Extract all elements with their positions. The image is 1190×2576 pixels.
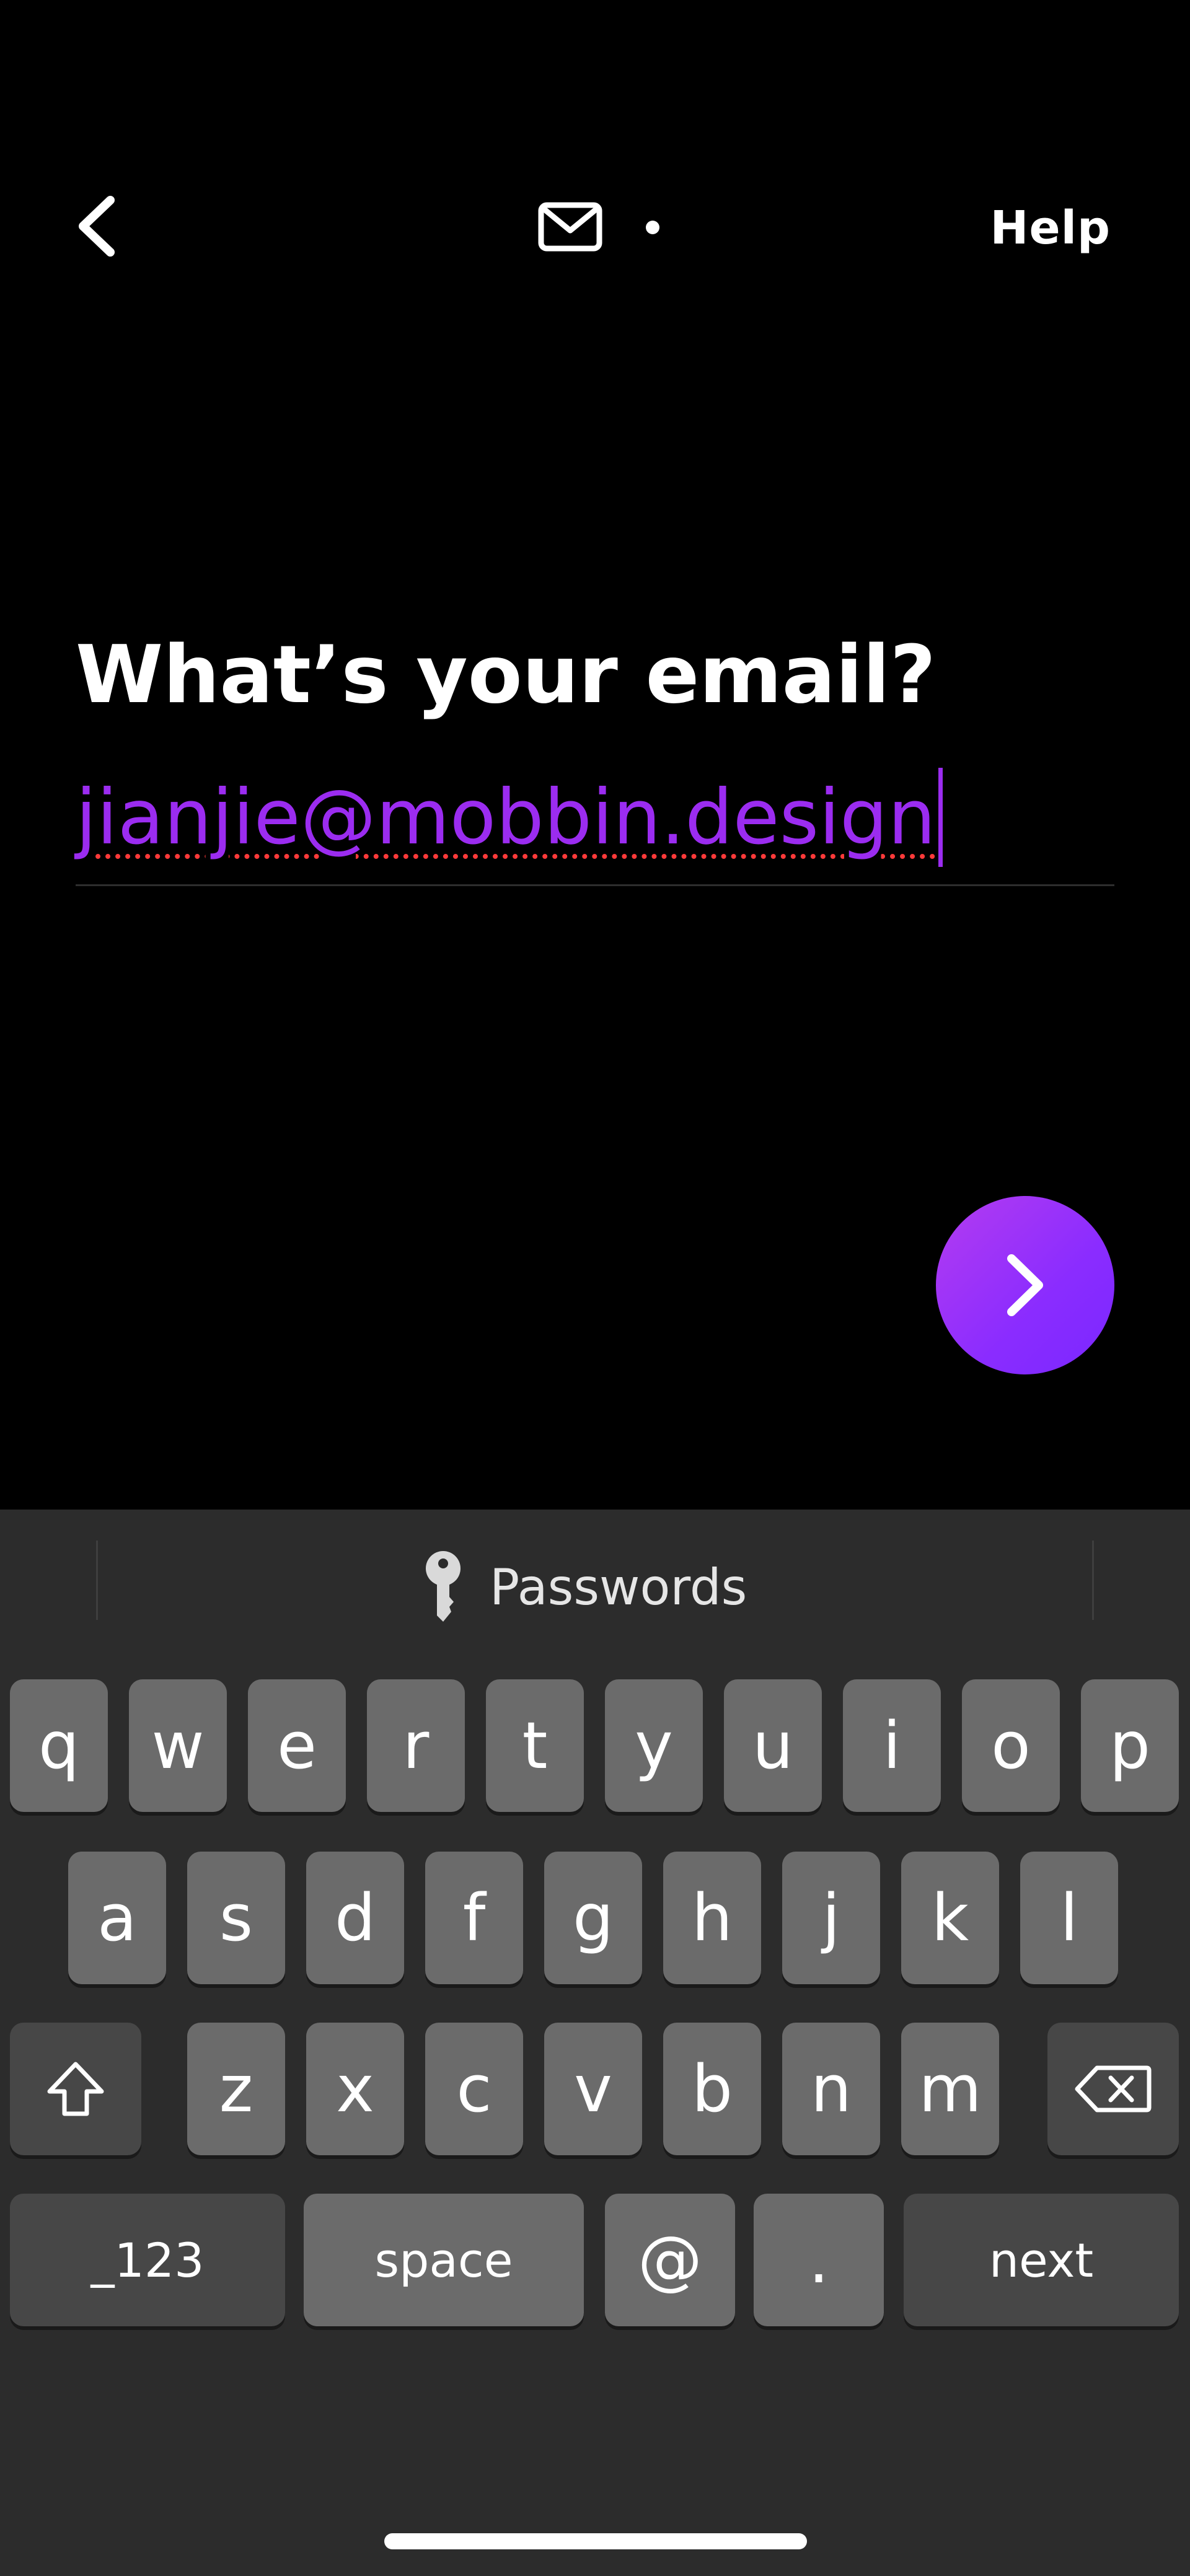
- email-entry-screen: Help What’s your email? jianjie@mobbin.d…: [0, 0, 1190, 2576]
- key-o[interactable]: o: [962, 1679, 1060, 1812]
- next-button[interactable]: [936, 1196, 1114, 1374]
- delete-key[interactable]: [1047, 2023, 1179, 2155]
- key-h[interactable]: h: [663, 1852, 761, 1984]
- key-t[interactable]: t: [486, 1679, 584, 1812]
- key-g[interactable]: g: [544, 1852, 642, 1984]
- key-k[interactable]: k: [901, 1852, 999, 1984]
- home-indicator[interactable]: [384, 2533, 807, 2549]
- key-d[interactable]: d: [306, 1852, 404, 1984]
- key-n[interactable]: n: [782, 2023, 880, 2155]
- keyboard: Passwords q w e r t y u i o p a s d f g …: [0, 1510, 1190, 2576]
- suggestion-divider: [1092, 1541, 1094, 1620]
- key-v[interactable]: v: [544, 2023, 642, 2155]
- help-link[interactable]: Help: [990, 197, 1111, 259]
- back-button[interactable]: [74, 186, 136, 266]
- key-u[interactable]: u: [724, 1679, 822, 1812]
- key-z[interactable]: z: [187, 2023, 285, 2155]
- email-input-value: jianjie@mobbin.design: [76, 773, 936, 861]
- key-r[interactable]: r: [367, 1679, 465, 1812]
- key-s[interactable]: s: [187, 1852, 285, 1984]
- shift-key[interactable]: [10, 2023, 141, 2155]
- suggestion-label: Passwords: [490, 1558, 747, 1616]
- key-l[interactable]: l: [1020, 1852, 1118, 1984]
- key-j[interactable]: j: [782, 1852, 880, 1984]
- space-key[interactable]: space: [304, 2194, 584, 2326]
- passwords-suggestion[interactable]: Passwords: [421, 1547, 747, 1627]
- next-key[interactable]: next: [904, 2194, 1179, 2326]
- key-e[interactable]: e: [248, 1679, 346, 1812]
- chevron-right-icon: [1007, 1254, 1043, 1316]
- step-indicator-dot: [646, 221, 659, 234]
- key-f[interactable]: f: [425, 1852, 523, 1984]
- keyboard-suggestion-bar: Passwords: [0, 1510, 1190, 1671]
- chevron-left-icon: [79, 196, 115, 257]
- key-b[interactable]: b: [663, 2023, 761, 2155]
- key-x[interactable]: x: [306, 2023, 404, 2155]
- delete-icon: [1075, 2065, 1152, 2112]
- key-m[interactable]: m: [901, 2023, 999, 2155]
- shift-icon: [47, 2062, 104, 2116]
- key-p[interactable]: p: [1081, 1679, 1179, 1812]
- dot-key[interactable]: .: [754, 2194, 884, 2326]
- key-i[interactable]: i: [843, 1679, 941, 1812]
- key-q[interactable]: q: [10, 1679, 108, 1812]
- key-icon: [426, 1551, 461, 1622]
- key-y[interactable]: y: [605, 1679, 703, 1812]
- text-caret: [938, 767, 943, 867]
- mail-icon: [538, 202, 602, 252]
- key-c[interactable]: c: [425, 2023, 523, 2155]
- key-a[interactable]: a: [68, 1852, 166, 1984]
- email-input[interactable]: jianjie@mobbin.design: [76, 750, 1114, 886]
- suggestion-divider: [96, 1541, 98, 1620]
- at-key[interactable]: @: [605, 2194, 735, 2326]
- key-w[interactable]: w: [129, 1679, 227, 1812]
- page-title: What’s your email?: [76, 629, 936, 721]
- numbers-key[interactable]: _123: [10, 2194, 285, 2326]
